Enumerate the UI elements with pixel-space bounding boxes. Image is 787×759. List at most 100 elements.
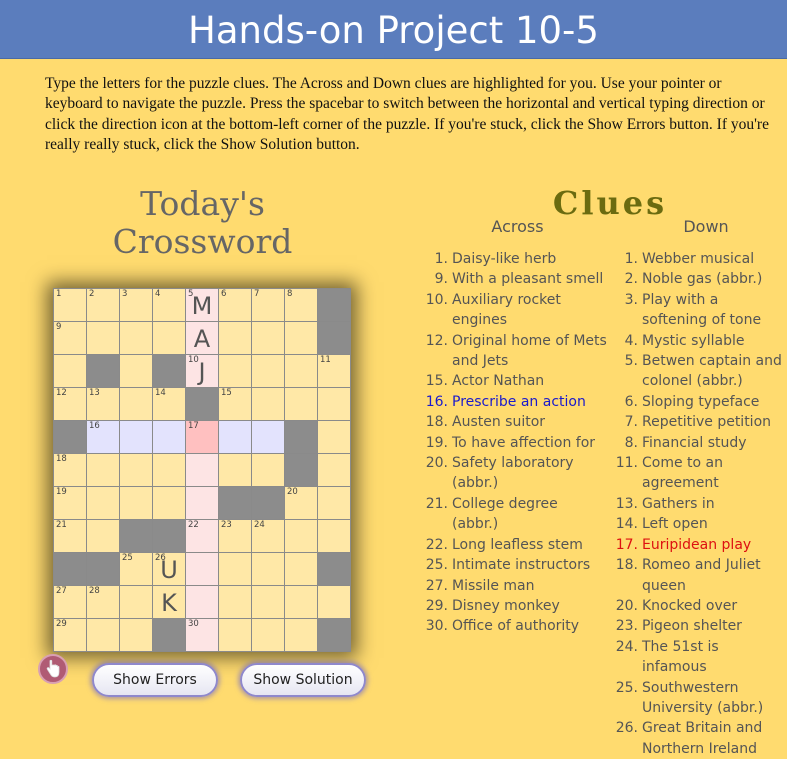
- grid-cell[interactable]: [86, 618, 120, 652]
- grid-cell[interactable]: [86, 321, 120, 355]
- grid-cell[interactable]: 16: [86, 420, 120, 454]
- clue-item[interactable]: 20. Knocked over: [612, 596, 787, 616]
- clue-item[interactable]: 7. Repetitive petition: [612, 412, 787, 432]
- grid-cell[interactable]: 25: [119, 552, 153, 586]
- grid-cell[interactable]: [317, 486, 351, 520]
- grid-cell[interactable]: [317, 453, 351, 487]
- clue-item[interactable]: 18. Romeo and Juliet queen: [612, 555, 787, 596]
- grid-cell[interactable]: [218, 552, 252, 586]
- grid-cell[interactable]: 26 U: [152, 552, 186, 586]
- clue-item[interactable]: 9. With a pleasant smell: [422, 269, 607, 289]
- clue-item[interactable]: 22. Long leafless stem: [422, 535, 607, 555]
- grid-cell[interactable]: 11: [317, 354, 351, 388]
- grid-cell[interactable]: [86, 519, 120, 553]
- show-solution-button[interactable]: Show Solution: [240, 663, 366, 697]
- grid-cell[interactable]: [251, 420, 285, 454]
- clue-item[interactable]: 12. Original home of Mets and Jets: [422, 331, 607, 372]
- clue-item[interactable]: 21. College degree (abbr.): [422, 494, 607, 535]
- clue-item[interactable]: 24. The 51st is infamous: [612, 637, 787, 678]
- grid-cell[interactable]: [251, 453, 285, 487]
- clue-item[interactable]: 4. Mystic syllable: [612, 331, 787, 351]
- clue-item[interactable]: 25. Intimate instructors: [422, 555, 607, 575]
- grid-cell[interactable]: [284, 387, 318, 421]
- grid-cell[interactable]: [218, 618, 252, 652]
- grid-cell[interactable]: 1: [53, 288, 87, 322]
- grid-cell[interactable]: [119, 321, 153, 355]
- pointing-hand-down-icon[interactable]: [38, 654, 68, 684]
- grid-cell[interactable]: 10 J: [185, 354, 219, 388]
- grid-cell[interactable]: [86, 486, 120, 520]
- clue-item[interactable]: 18. Austen suitor: [422, 412, 607, 432]
- grid-cell[interactable]: [251, 552, 285, 586]
- grid-cell[interactable]: 13: [86, 387, 120, 421]
- grid-cell[interactable]: [251, 354, 285, 388]
- grid-cell[interactable]: [86, 453, 120, 487]
- grid-cell[interactable]: 4: [152, 288, 186, 322]
- clue-item[interactable]: 5. Betwen captain and colonel (abbr.): [612, 351, 787, 392]
- grid-cell[interactable]: [317, 519, 351, 553]
- clue-item[interactable]: 19. To have affection for: [422, 433, 607, 453]
- clue-item[interactable]: 25. Southwestern University (abbr.): [612, 678, 787, 719]
- grid-cell[interactable]: [152, 486, 186, 520]
- show-errors-button[interactable]: Show Errors: [92, 663, 218, 697]
- grid-cell[interactable]: [152, 420, 186, 454]
- grid-cell[interactable]: [119, 387, 153, 421]
- clue-item[interactable]: 20. Safety laboratory (abbr.): [422, 453, 607, 494]
- grid-cell[interactable]: 22: [185, 519, 219, 553]
- clue-item[interactable]: 23. Pigeon shelter: [612, 616, 787, 636]
- grid-cell[interactable]: 18: [53, 453, 87, 487]
- grid-cell[interactable]: [119, 618, 153, 652]
- grid-cell[interactable]: 8: [284, 288, 318, 322]
- grid-cell[interactable]: [218, 321, 252, 355]
- grid-cell[interactable]: 21: [53, 519, 87, 553]
- grid-cell[interactable]: [251, 585, 285, 619]
- grid-cell[interactable]: [284, 321, 318, 355]
- clue-item[interactable]: 17. Euripidean play: [612, 535, 787, 555]
- clue-item[interactable]: 11. Come to an agreement: [612, 453, 787, 494]
- grid-cell[interactable]: [152, 321, 186, 355]
- grid-cell[interactable]: 19: [53, 486, 87, 520]
- grid-cell[interactable]: 5M: [185, 288, 219, 322]
- grid-cell[interactable]: [317, 585, 351, 619]
- grid-cell[interactable]: [218, 420, 252, 454]
- grid-cell[interactable]: [284, 618, 318, 652]
- grid-cell[interactable]: 15: [218, 387, 252, 421]
- clue-item[interactable]: 6. Sloping typeface: [612, 392, 787, 412]
- grid-cell[interactable]: [119, 453, 153, 487]
- grid-cell[interactable]: [317, 387, 351, 421]
- clue-item[interactable]: 8. Financial study: [612, 433, 787, 453]
- grid-cell[interactable]: 9: [53, 321, 87, 355]
- clue-item[interactable]: 10. Auxiliary rocket engines: [422, 290, 607, 331]
- clue-item[interactable]: 15. Actor Nathan: [422, 371, 607, 391]
- grid-cell[interactable]: 30: [185, 618, 219, 652]
- grid-cell[interactable]: [251, 321, 285, 355]
- grid-cell[interactable]: [218, 453, 252, 487]
- grid-cell[interactable]: 6: [218, 288, 252, 322]
- grid-cell[interactable]: 27: [53, 585, 87, 619]
- grid-cell[interactable]: [251, 387, 285, 421]
- clue-item[interactable]: 16. Prescribe an action: [422, 392, 607, 412]
- grid-cell[interactable]: [185, 486, 219, 520]
- clue-item[interactable]: 2. Noble gas (abbr.): [612, 269, 787, 289]
- clue-item[interactable]: 29. Disney monkey: [422, 596, 607, 616]
- grid-cell[interactable]: [185, 585, 219, 619]
- grid-cell[interactable]: [152, 453, 186, 487]
- grid-cell[interactable]: 14: [152, 387, 186, 421]
- grid-cell[interactable]: [119, 354, 153, 388]
- grid-cell[interactable]: [119, 486, 153, 520]
- grid-cell[interactable]: [317, 420, 351, 454]
- clue-item[interactable]: 1. Webber musical: [612, 249, 787, 269]
- clue-item[interactable]: 14. Left open: [612, 514, 787, 534]
- grid-cell[interactable]: [284, 552, 318, 586]
- grid-cell[interactable]: 23: [218, 519, 252, 553]
- grid-cell[interactable]: 12: [53, 387, 87, 421]
- grid-cell[interactable]: [119, 585, 153, 619]
- clue-item[interactable]: 13. Gathers in: [612, 494, 787, 514]
- clue-item[interactable]: 1. Daisy-like herb: [422, 249, 607, 269]
- grid-cell[interactable]: 3: [119, 288, 153, 322]
- grid-cell[interactable]: 2: [86, 288, 120, 322]
- clue-item[interactable]: 30. Office of authority: [422, 616, 607, 636]
- grid-cell[interactable]: K: [152, 585, 186, 619]
- clue-item[interactable]: 27. Missile man: [422, 576, 607, 596]
- grid-cell[interactable]: [284, 354, 318, 388]
